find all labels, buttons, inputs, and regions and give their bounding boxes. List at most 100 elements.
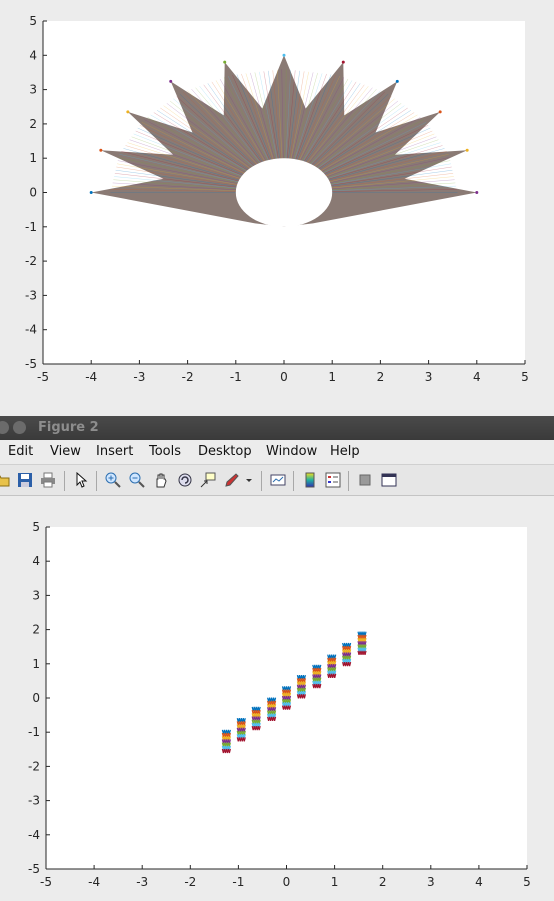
data-cursor-icon[interactable]	[200, 472, 216, 488]
star-vertex-point	[395, 79, 399, 83]
toolbar-separator	[348, 471, 349, 491]
y-tick-label: 0	[29, 186, 37, 200]
menu-edit[interactable]: Edit	[8, 444, 33, 459]
figure-2-window: Figure 2 Edit View Insert Tools Desktop …	[0, 410, 554, 901]
x-tick-label: 4	[473, 370, 481, 384]
y-tick-label: 1	[32, 657, 40, 671]
print-icon[interactable]	[40, 472, 56, 488]
brush-icon[interactable]	[224, 472, 240, 488]
cluster-marker	[327, 667, 337, 672]
close-icon[interactable]	[0, 421, 9, 434]
cluster-marker	[251, 725, 261, 731]
cluster-marker	[251, 706, 261, 712]
colorbar-icon[interactable]	[302, 472, 318, 488]
cluster-marker	[357, 631, 367, 636]
cluster-marker	[327, 654, 337, 659]
cluster-marker	[312, 680, 322, 685]
cluster-marker	[281, 699, 292, 704]
show-plot-tools-icon[interactable]	[381, 472, 397, 488]
y-tick-label: 3	[32, 588, 40, 602]
cluster-marker	[236, 737, 246, 742]
menu-insert[interactable]: Insert	[96, 444, 133, 459]
y-tick-label: 5	[32, 520, 40, 534]
y-tick-label: -2	[28, 759, 40, 773]
cluster-marker	[281, 702, 292, 707]
cluster-marker	[327, 673, 337, 678]
cluster-marker	[357, 641, 367, 646]
cluster-marker	[281, 692, 292, 697]
y-tick-label: 5	[29, 14, 37, 28]
cluster-marker	[236, 718, 246, 723]
star-vertex-point	[89, 191, 93, 194]
cluster-marker	[236, 734, 246, 739]
pan-hand-icon[interactable]	[153, 472, 169, 488]
star-vertex-point	[169, 79, 173, 83]
cluster-marker	[312, 667, 322, 673]
toolbar-separator	[261, 471, 262, 491]
cluster-marker	[327, 657, 337, 662]
figure-2-titlebar[interactable]: Figure 2	[0, 416, 554, 440]
menu-window[interactable]: Window	[266, 444, 317, 459]
cluster-marker	[221, 745, 231, 750]
legend-icon[interactable]	[325, 472, 341, 488]
link-plot-icon[interactable]	[270, 472, 286, 488]
x-tick-label: -4	[85, 370, 97, 384]
zoom-out-icon[interactable]	[129, 472, 145, 488]
pointer-icon[interactable]	[73, 472, 89, 488]
cluster-marker	[357, 650, 367, 656]
menu-desktop[interactable]: Desktop	[198, 444, 252, 459]
y-tick-label: 3	[29, 83, 37, 97]
cluster-marker	[281, 689, 292, 694]
cluster-marker	[296, 674, 306, 680]
x-tick-label: -5	[37, 370, 49, 384]
x-tick-label: 0	[280, 370, 288, 384]
hide-plot-tools-icon[interactable]	[357, 472, 373, 488]
cluster-marker	[267, 700, 277, 706]
cluster-marker	[267, 716, 277, 722]
x-tick-label: -1	[230, 370, 242, 384]
cluster-marker	[267, 697, 277, 702]
cluster-marker	[357, 637, 367, 643]
cluster-marker	[221, 729, 231, 734]
star-vertex-point	[126, 110, 130, 114]
y-tick-label: -2	[25, 254, 37, 268]
x-tick-label: 1	[328, 370, 336, 384]
star-vertex-point	[465, 148, 469, 152]
x-tick-label: 2	[377, 370, 385, 384]
cluster-marker	[251, 716, 261, 721]
figure-1-window: -5 -4 -3 -2 -1 0 1 2 3 4 5 -5 -4 -3 -2 -1 0 1 2 3 4 5	[0, 0, 554, 410]
star-vertex-point	[475, 191, 479, 194]
cluster-marker	[296, 684, 306, 689]
chevron-down-icon[interactable]	[245, 472, 253, 488]
cluster-marker	[236, 727, 246, 732]
y-tick-label: 2	[29, 117, 37, 131]
star-vertex-point	[223, 60, 227, 64]
cluster-marker	[221, 736, 231, 741]
cluster-marker	[357, 647, 367, 652]
cluster-marker	[251, 713, 261, 718]
x-tick-label: 1	[331, 875, 339, 889]
cluster-marker	[251, 722, 261, 728]
menu-help[interactable]: Help	[330, 444, 360, 459]
menu-view[interactable]: View	[50, 444, 81, 459]
menu-tools[interactable]: Tools	[149, 444, 181, 459]
cluster-marker	[281, 695, 292, 701]
x-tick-label: -2	[184, 875, 196, 889]
x-tick-label: 0	[283, 875, 291, 889]
minimize-icon[interactable]	[13, 421, 26, 434]
toolbar-separator	[293, 471, 294, 491]
cluster-marker	[296, 678, 306, 683]
cluster-marker	[342, 655, 352, 660]
save-icon[interactable]	[17, 472, 33, 488]
x-tick-label: -4	[88, 875, 100, 889]
open-file-icon[interactable]	[0, 472, 10, 488]
cluster-marker	[221, 732, 231, 738]
zoom-in-icon[interactable]	[105, 472, 121, 488]
cluster-marker	[327, 660, 337, 666]
rotate-3d-icon[interactable]	[177, 472, 193, 488]
star-vertex-point	[99, 148, 103, 152]
cluster-marker	[312, 671, 322, 676]
x-tick-label: -3	[136, 875, 148, 889]
star-vertex-point	[341, 60, 345, 64]
cluster-marker	[236, 721, 246, 726]
